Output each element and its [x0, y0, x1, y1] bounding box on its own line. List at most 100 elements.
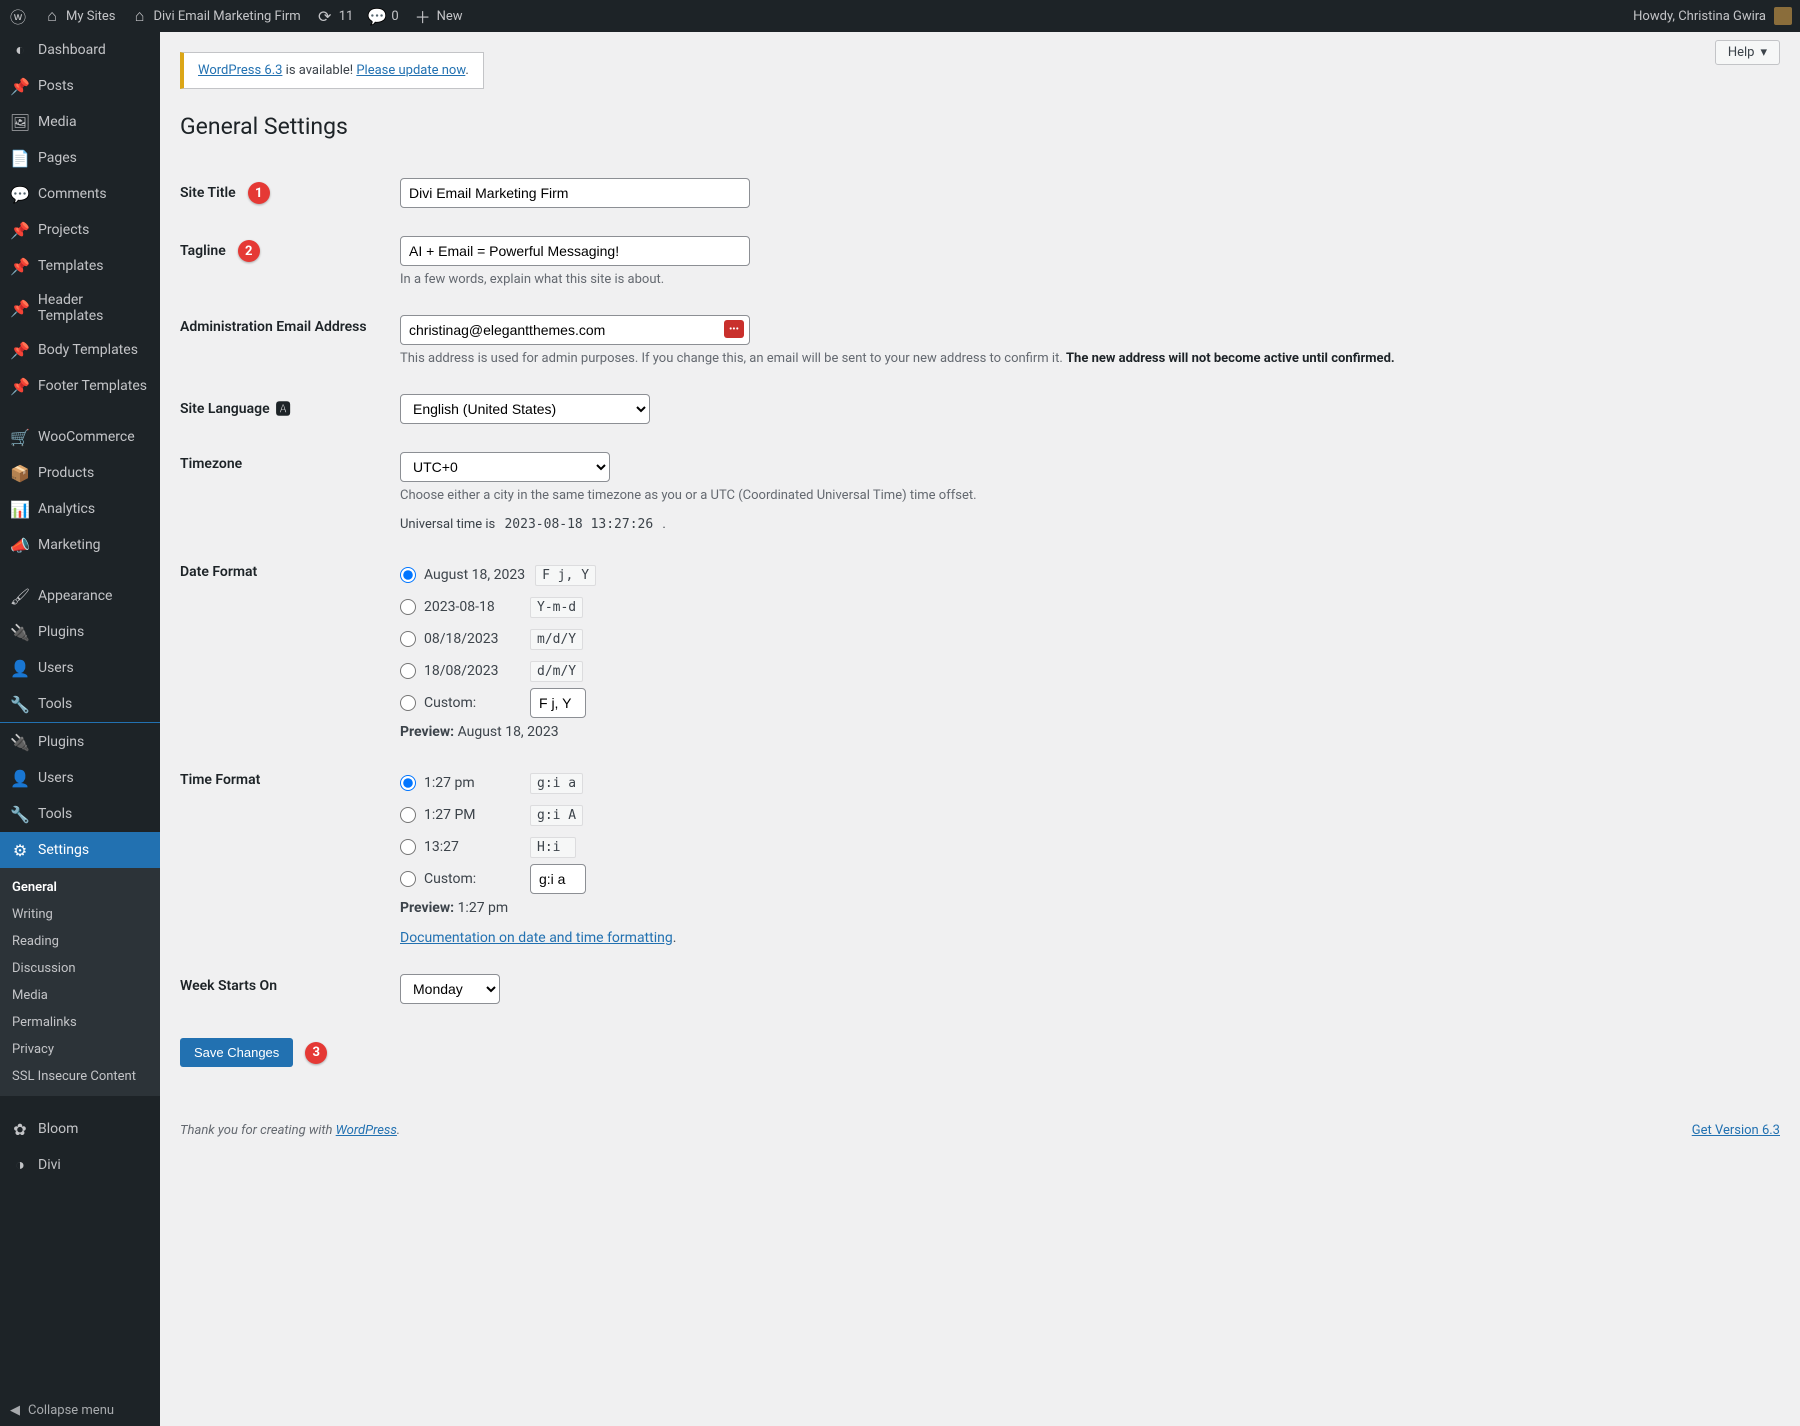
site-language-select[interactable]: English (United States)	[400, 394, 650, 424]
sidebar-item-footer-templates[interactable]: 📌Footer Templates	[0, 368, 160, 404]
submenu-item-ssl-insecure-content[interactable]: SSL Insecure Content	[0, 1063, 160, 1090]
comments-link[interactable]: 💬0	[367, 6, 398, 26]
menu-icon: 🔌	[10, 622, 30, 642]
date-format-custom-input[interactable]	[530, 688, 586, 718]
site-title-input[interactable]	[400, 178, 750, 208]
menu-icon: 📌	[10, 220, 30, 240]
date-format-option[interactable]: 18/08/2023	[400, 663, 520, 679]
week-start-select[interactable]: Monday	[400, 974, 500, 1004]
sidebar-item-dashboard[interactable]: ◐Dashboard	[0, 32, 160, 68]
date-format-option[interactable]: 08/18/2023	[400, 631, 520, 647]
admin-sidebar: ◐Dashboard📌Posts🖼Media📄Pages💬Comments📌Pr…	[0, 32, 160, 1426]
site-title-label: Site Title	[180, 185, 236, 201]
submenu-item-general[interactable]: General	[0, 874, 160, 901]
password-manager-icon[interactable]: •••	[724, 320, 744, 338]
updates-link[interactable]: ⟳11	[315, 6, 354, 26]
sidebar-item-templates[interactable]: 📌Templates	[0, 248, 160, 284]
date-format-custom-radio[interactable]	[400, 695, 416, 711]
submenu-item-permalinks[interactable]: Permalinks	[0, 1009, 160, 1036]
time-format-radio[interactable]	[400, 775, 416, 791]
time-format-label: Time Format	[180, 754, 400, 960]
date-format-option[interactable]: 2023-08-18	[400, 599, 520, 615]
sidebar-item-settings[interactable]: ⚙Settings	[0, 832, 160, 868]
date-format-radio[interactable]	[400, 631, 416, 647]
format-code: F j, Y	[535, 565, 596, 586]
date-format-radio[interactable]	[400, 663, 416, 679]
menu-icon: 🖼	[10, 112, 30, 132]
tagline-input[interactable]	[400, 236, 750, 266]
submenu-item-reading[interactable]: Reading	[0, 928, 160, 955]
sidebar-item-products[interactable]: 📦Products	[0, 455, 160, 491]
submenu-item-privacy[interactable]: Privacy	[0, 1036, 160, 1063]
sidebar-item-users[interactable]: 👤Users	[0, 760, 160, 796]
date-format-option[interactable]: August 18, 2023	[400, 567, 525, 583]
menu-icon: 🔧	[10, 694, 30, 714]
sidebar-item-bloom[interactable]: ✿Bloom	[0, 1111, 160, 1147]
sidebar-item-header-templates[interactable]: 📌Header Templates	[0, 284, 160, 332]
save-changes-button[interactable]: Save Changes	[180, 1038, 293, 1067]
page-title: General Settings	[180, 113, 1780, 140]
sidebar-item-analytics[interactable]: 📊Analytics	[0, 491, 160, 527]
sidebar-item-users[interactable]: 👤Users	[0, 650, 160, 686]
sidebar-item-marketing[interactable]: 📣Marketing	[0, 527, 160, 563]
menu-icon: ◐	[10, 40, 30, 60]
menu-icon: 🖌	[10, 586, 30, 606]
menu-icon: 📌	[10, 256, 30, 276]
sidebar-item-appearance[interactable]: 🖌Appearance	[0, 578, 160, 614]
translate-icon: 🅰	[276, 398, 291, 419]
submenu-item-writing[interactable]: Writing	[0, 901, 160, 928]
sidebar-item-posts[interactable]: 📌Posts	[0, 68, 160, 104]
time-format-radio[interactable]	[400, 839, 416, 855]
sidebar-item-plugins[interactable]: 🔌Plugins	[0, 614, 160, 650]
submenu-item-discussion[interactable]: Discussion	[0, 955, 160, 982]
date-format-custom-option[interactable]: Custom:	[400, 695, 520, 711]
menu-icon: 📣	[10, 535, 30, 555]
collapse-menu[interactable]: ◀Collapse menu	[0, 1394, 160, 1426]
wp-version-link[interactable]: WordPress 6.3	[198, 63, 282, 78]
sidebar-item-woocommerce[interactable]: 🛒WooCommerce	[0, 419, 160, 455]
sidebar-item-media[interactable]: 🖼Media	[0, 104, 160, 140]
admin-email-input[interactable]	[400, 315, 750, 345]
time-format-option[interactable]: 13:27	[400, 839, 520, 855]
timezone-select[interactable]: UTC+0	[400, 452, 610, 482]
sidebar-item-tools[interactable]: 🔧Tools	[0, 796, 160, 832]
tagline-label: Tagline	[180, 243, 226, 259]
menu-icon: 📌	[10, 376, 30, 396]
get-version-link[interactable]: Get Version 6.3	[1692, 1123, 1780, 1138]
datetime-doc-link[interactable]: Documentation on date and time formattin…	[400, 930, 673, 946]
time-format-custom-input[interactable]	[530, 864, 586, 894]
new-link[interactable]: ＋New	[413, 6, 463, 26]
wp-logo[interactable]: ⓦ	[8, 6, 28, 26]
time-format-custom-radio[interactable]	[400, 871, 416, 887]
wordpress-link[interactable]: WordPress	[336, 1123, 397, 1138]
universal-time-value: 2023-08-18 13:27:26	[498, 515, 659, 534]
help-button[interactable]: Help ▾	[1715, 40, 1780, 65]
my-sites-link[interactable]: ⌂My Sites	[42, 6, 115, 26]
submenu-item-media[interactable]: Media	[0, 982, 160, 1009]
sidebar-item-comments[interactable]: 💬Comments	[0, 176, 160, 212]
menu-icon: 👤	[10, 658, 30, 678]
site-name-link[interactable]: ⌂Divi Email Marketing Firm	[129, 6, 300, 26]
sidebar-item-tools[interactable]: 🔧Tools	[0, 686, 160, 722]
time-format-option[interactable]: 1:27 pm	[400, 775, 520, 791]
menu-icon: 💬	[10, 184, 30, 204]
sidebar-item-divi[interactable]: ◑Divi	[0, 1147, 160, 1183]
time-format-option[interactable]: 1:27 PM	[400, 807, 520, 823]
menu-icon: ✿	[10, 1119, 30, 1139]
sidebar-item-pages[interactable]: 📄Pages	[0, 140, 160, 176]
account-link[interactable]: Howdy, Christina Gwira	[1633, 7, 1792, 25]
marker-1: 1	[248, 182, 270, 204]
date-format-radio[interactable]	[400, 599, 416, 615]
time-format-radio[interactable]	[400, 807, 416, 823]
update-now-link[interactable]: Please update now	[356, 63, 465, 78]
time-format-custom-option[interactable]: Custom:	[400, 871, 520, 887]
date-format-radio[interactable]	[400, 567, 416, 583]
admin-footer: Thank you for creating with WordPress. G…	[180, 1107, 1780, 1138]
tagline-desc: In a few words, explain what this site i…	[400, 272, 1780, 287]
sidebar-item-projects[interactable]: 📌Projects	[0, 212, 160, 248]
format-code: H:i	[530, 837, 576, 858]
sidebar-item-body-templates[interactable]: 📌Body Templates	[0, 332, 160, 368]
sidebar-item-plugins[interactable]: 🔌Plugins	[0, 724, 160, 760]
site-language-label: Site Language	[180, 401, 270, 417]
marker-3: 3	[305, 1042, 327, 1064]
